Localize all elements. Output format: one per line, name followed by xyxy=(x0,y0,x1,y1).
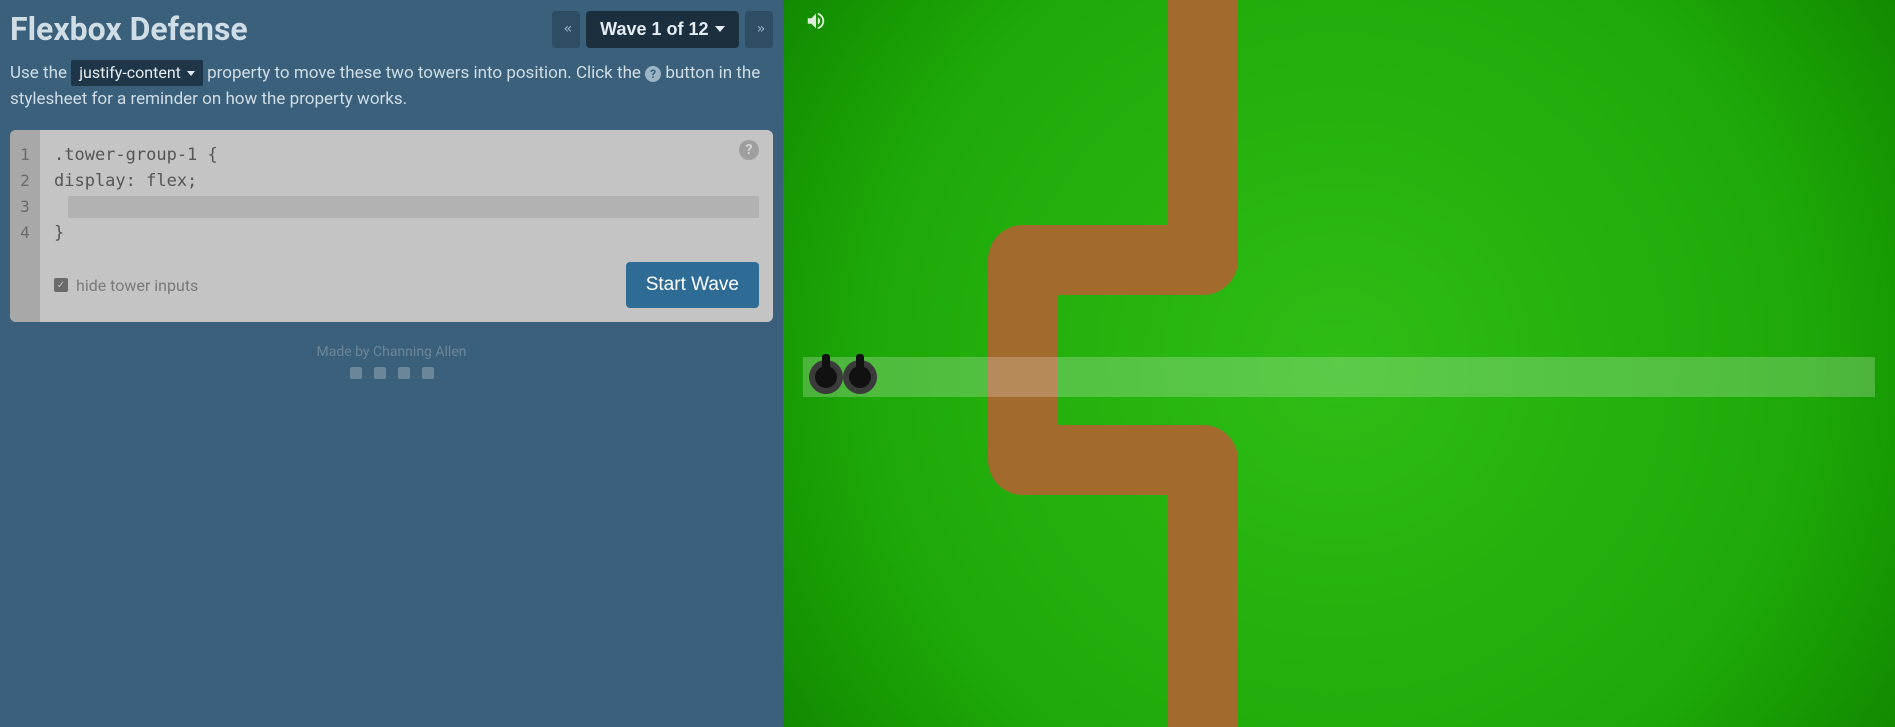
code-line-4: } xyxy=(54,220,759,246)
code-line-2: display: flex; xyxy=(54,168,759,194)
sound-on-icon xyxy=(805,10,827,32)
social-links xyxy=(10,364,773,382)
checkbox-icon: ✓ xyxy=(54,278,68,292)
credits-text: Made by Channing Allen xyxy=(10,344,773,360)
instructions-part1: Use the xyxy=(10,63,71,83)
wave-nav: « Wave 1 of 12 » xyxy=(552,11,773,48)
facebook-icon[interactable] xyxy=(347,364,365,382)
game-board xyxy=(783,0,1895,727)
hide-inputs-label: hide tower inputs xyxy=(76,276,198,295)
code-body: ? .tower-group-1 { display: flex; } ✓ hi… xyxy=(40,130,773,322)
credits: Made by Channing Allen xyxy=(10,344,773,382)
line-number: 2 xyxy=(10,168,40,194)
page-title: Flexbox Defense xyxy=(10,10,248,48)
header: Flexbox Defense « Wave 1 of 12 » xyxy=(10,10,773,48)
start-wave-button[interactable]: Start Wave xyxy=(626,262,759,308)
tower[interactable] xyxy=(843,360,877,394)
editor-footer: ✓ hide tower inputs Start Wave xyxy=(54,262,759,308)
instructions-part2: property to move these two towers into p… xyxy=(207,63,645,83)
property-chip[interactable]: justify-content xyxy=(71,60,203,86)
left-panel: Flexbox Defense « Wave 1 of 12 » Use the… xyxy=(0,0,783,727)
caret-down-icon xyxy=(715,26,725,32)
property-chip-label: justify-content xyxy=(79,61,181,85)
hide-inputs-toggle[interactable]: ✓ hide tower inputs xyxy=(54,276,198,295)
line-number: 4 xyxy=(10,220,40,246)
line-gutter: 1 2 3 4 xyxy=(10,130,40,322)
sound-toggle-button[interactable] xyxy=(805,10,827,36)
line-number: 1 xyxy=(10,142,40,168)
linkedin-icon[interactable] xyxy=(395,364,413,382)
help-icon: ? xyxy=(645,66,661,82)
tower[interactable] xyxy=(809,360,843,394)
css-input[interactable] xyxy=(68,196,759,218)
wave-selector-button[interactable]: Wave 1 of 12 xyxy=(586,11,738,48)
editor-help-button[interactable]: ? xyxy=(739,140,759,160)
wave-label: Wave 1 of 12 xyxy=(600,19,708,40)
chevron-double-left-icon: « xyxy=(564,21,568,37)
prev-wave-button[interactable]: « xyxy=(552,11,580,48)
github-icon[interactable] xyxy=(419,364,437,382)
next-wave-button[interactable]: » xyxy=(745,11,773,48)
code-line-1: .tower-group-1 { xyxy=(54,142,759,168)
twitter-icon[interactable] xyxy=(371,364,389,382)
code-editor: 1 2 3 4 ? .tower-group-1 { display: flex… xyxy=(10,130,773,322)
caret-down-icon xyxy=(187,71,195,76)
chevron-double-right-icon: » xyxy=(757,21,761,37)
code-line-3 xyxy=(54,194,759,220)
instructions-text: Use the justify-content property to move… xyxy=(10,60,773,112)
tower-group-1 xyxy=(803,357,1875,397)
game-area xyxy=(783,0,1895,727)
line-number: 3 xyxy=(10,194,40,220)
